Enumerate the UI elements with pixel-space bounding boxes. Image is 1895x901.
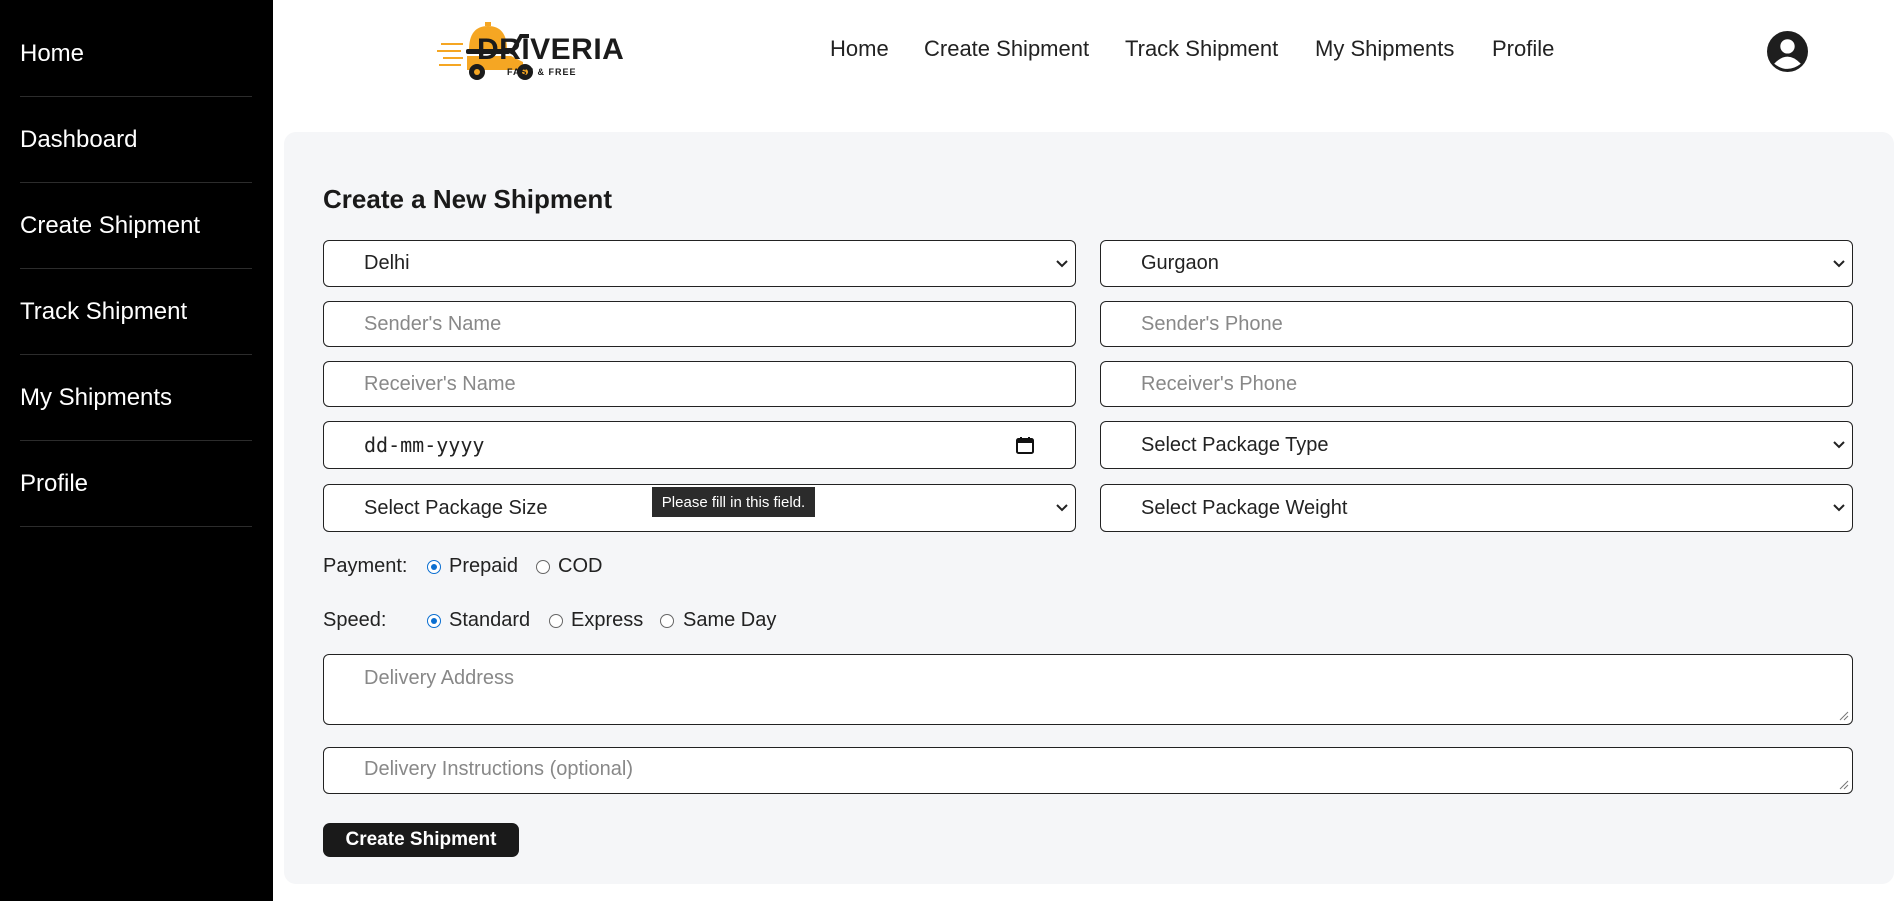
delivery-address-textarea[interactable]: Delivery Address: [323, 654, 1853, 725]
sidebar-item-label: My Shipments: [20, 383, 173, 411]
sidebar-item-label: Track Shipment: [20, 297, 188, 325]
sidebar-item-create-shipment[interactable]: Create Shipment: [20, 183, 252, 269]
speed-express-label[interactable]: Express: [571, 609, 643, 632]
sidebar-item-dashboard[interactable]: Dashboard: [20, 97, 252, 183]
chevron-down-icon: [1056, 504, 1068, 512]
package-type-value: Select Package Type: [1141, 433, 1329, 456]
sender-phone-placeholder: Sender's Phone: [1141, 312, 1283, 335]
sidebar-item-profile[interactable]: Profile: [20, 441, 252, 527]
chevron-down-icon: [1056, 259, 1068, 267]
page-title: Create a New Shipment: [323, 184, 612, 214]
nav-home[interactable]: Home: [830, 36, 889, 62]
sidebar-item-label: Dashboard: [20, 125, 138, 153]
sidebar-item-track-shipment[interactable]: Track Shipment: [20, 269, 252, 355]
sender-phone-input[interactable]: Sender's Phone: [1100, 301, 1853, 347]
receiver-name-input[interactable]: Receiver's Name: [323, 361, 1076, 407]
payment-prepaid-radio[interactable]: [427, 560, 441, 574]
date-placeholder: dd-mm-yyyy: [364, 433, 485, 457]
resize-handle-icon[interactable]: [1839, 711, 1849, 721]
speed-same-day-label[interactable]: Same Day: [683, 609, 776, 632]
payment-cod-radio[interactable]: [536, 560, 550, 574]
nav-my-shipments[interactable]: My Shipments: [1315, 36, 1454, 62]
brand-tagline: FAST & FREE: [507, 67, 577, 77]
delivery-instructions-textarea[interactable]: Delivery Instructions (optional): [323, 747, 1853, 794]
sidebar-item-my-shipments[interactable]: My Shipments: [20, 355, 252, 441]
calendar-icon[interactable]: [1015, 435, 1035, 455]
chevron-down-icon: [1833, 259, 1845, 267]
sidebar-item-home[interactable]: Home: [20, 11, 252, 97]
payment-cod-label[interactable]: COD: [558, 555, 602, 578]
validation-tooltip: Please fill in this field.: [652, 487, 815, 517]
sender-name-input[interactable]: Sender's Name: [323, 301, 1076, 347]
receiver-phone-placeholder: Receiver's Phone: [1141, 372, 1298, 395]
sidebar-item-label: Home: [20, 39, 85, 67]
chevron-down-icon: [1833, 441, 1845, 449]
sidebar: Home Dashboard Create Shipment Track Shi…: [0, 0, 273, 901]
address-placeholder: Delivery Address: [364, 667, 515, 689]
to-city-select[interactable]: Gurgaon: [1100, 240, 1853, 287]
instructions-placeholder: Delivery Instructions (optional): [364, 758, 633, 780]
speed-standard-radio[interactable]: [427, 614, 441, 628]
receiver-phone-input[interactable]: Receiver's Phone: [1100, 361, 1853, 407]
resize-handle-icon[interactable]: [1839, 780, 1849, 790]
receiver-name-placeholder: Receiver's Name: [364, 372, 516, 395]
speed-same-day-radio[interactable]: [660, 614, 674, 628]
shipment-date-input[interactable]: dd-mm-yyyy: [323, 421, 1076, 469]
create-shipment-button[interactable]: Create Shipment: [323, 823, 519, 857]
nav-profile[interactable]: Profile: [1492, 36, 1554, 62]
nav-track-shipment[interactable]: Track Shipment: [1125, 36, 1278, 62]
payment-prepaid-label[interactable]: Prepaid: [449, 555, 518, 578]
user-circle-icon[interactable]: [1767, 31, 1808, 72]
speed-label: Speed:: [323, 609, 387, 631]
package-type-select[interactable]: Select Package Type: [1100, 421, 1853, 469]
from-city-select[interactable]: Delhi: [323, 240, 1076, 287]
sidebar-item-label: Profile: [20, 469, 89, 497]
package-weight-value: Select Package Weight: [1141, 496, 1348, 519]
speed-express-radio[interactable]: [549, 614, 563, 628]
from-city-value: Delhi: [364, 252, 410, 274]
sidebar-item-label: Create Shipment: [20, 211, 201, 239]
sender-name-placeholder: Sender's Name: [364, 312, 502, 335]
payment-label: Payment:: [323, 555, 408, 577]
package-size-value: Select Package Size: [364, 496, 548, 519]
nav-create-shipment[interactable]: Create Shipment: [924, 36, 1089, 62]
package-weight-select[interactable]: Select Package Weight: [1100, 484, 1853, 532]
to-city-value: Gurgaon: [1141, 252, 1219, 274]
brand-name: DRIVERIA: [477, 33, 625, 66]
chevron-down-icon: [1833, 504, 1845, 512]
speed-standard-label[interactable]: Standard: [449, 609, 530, 632]
